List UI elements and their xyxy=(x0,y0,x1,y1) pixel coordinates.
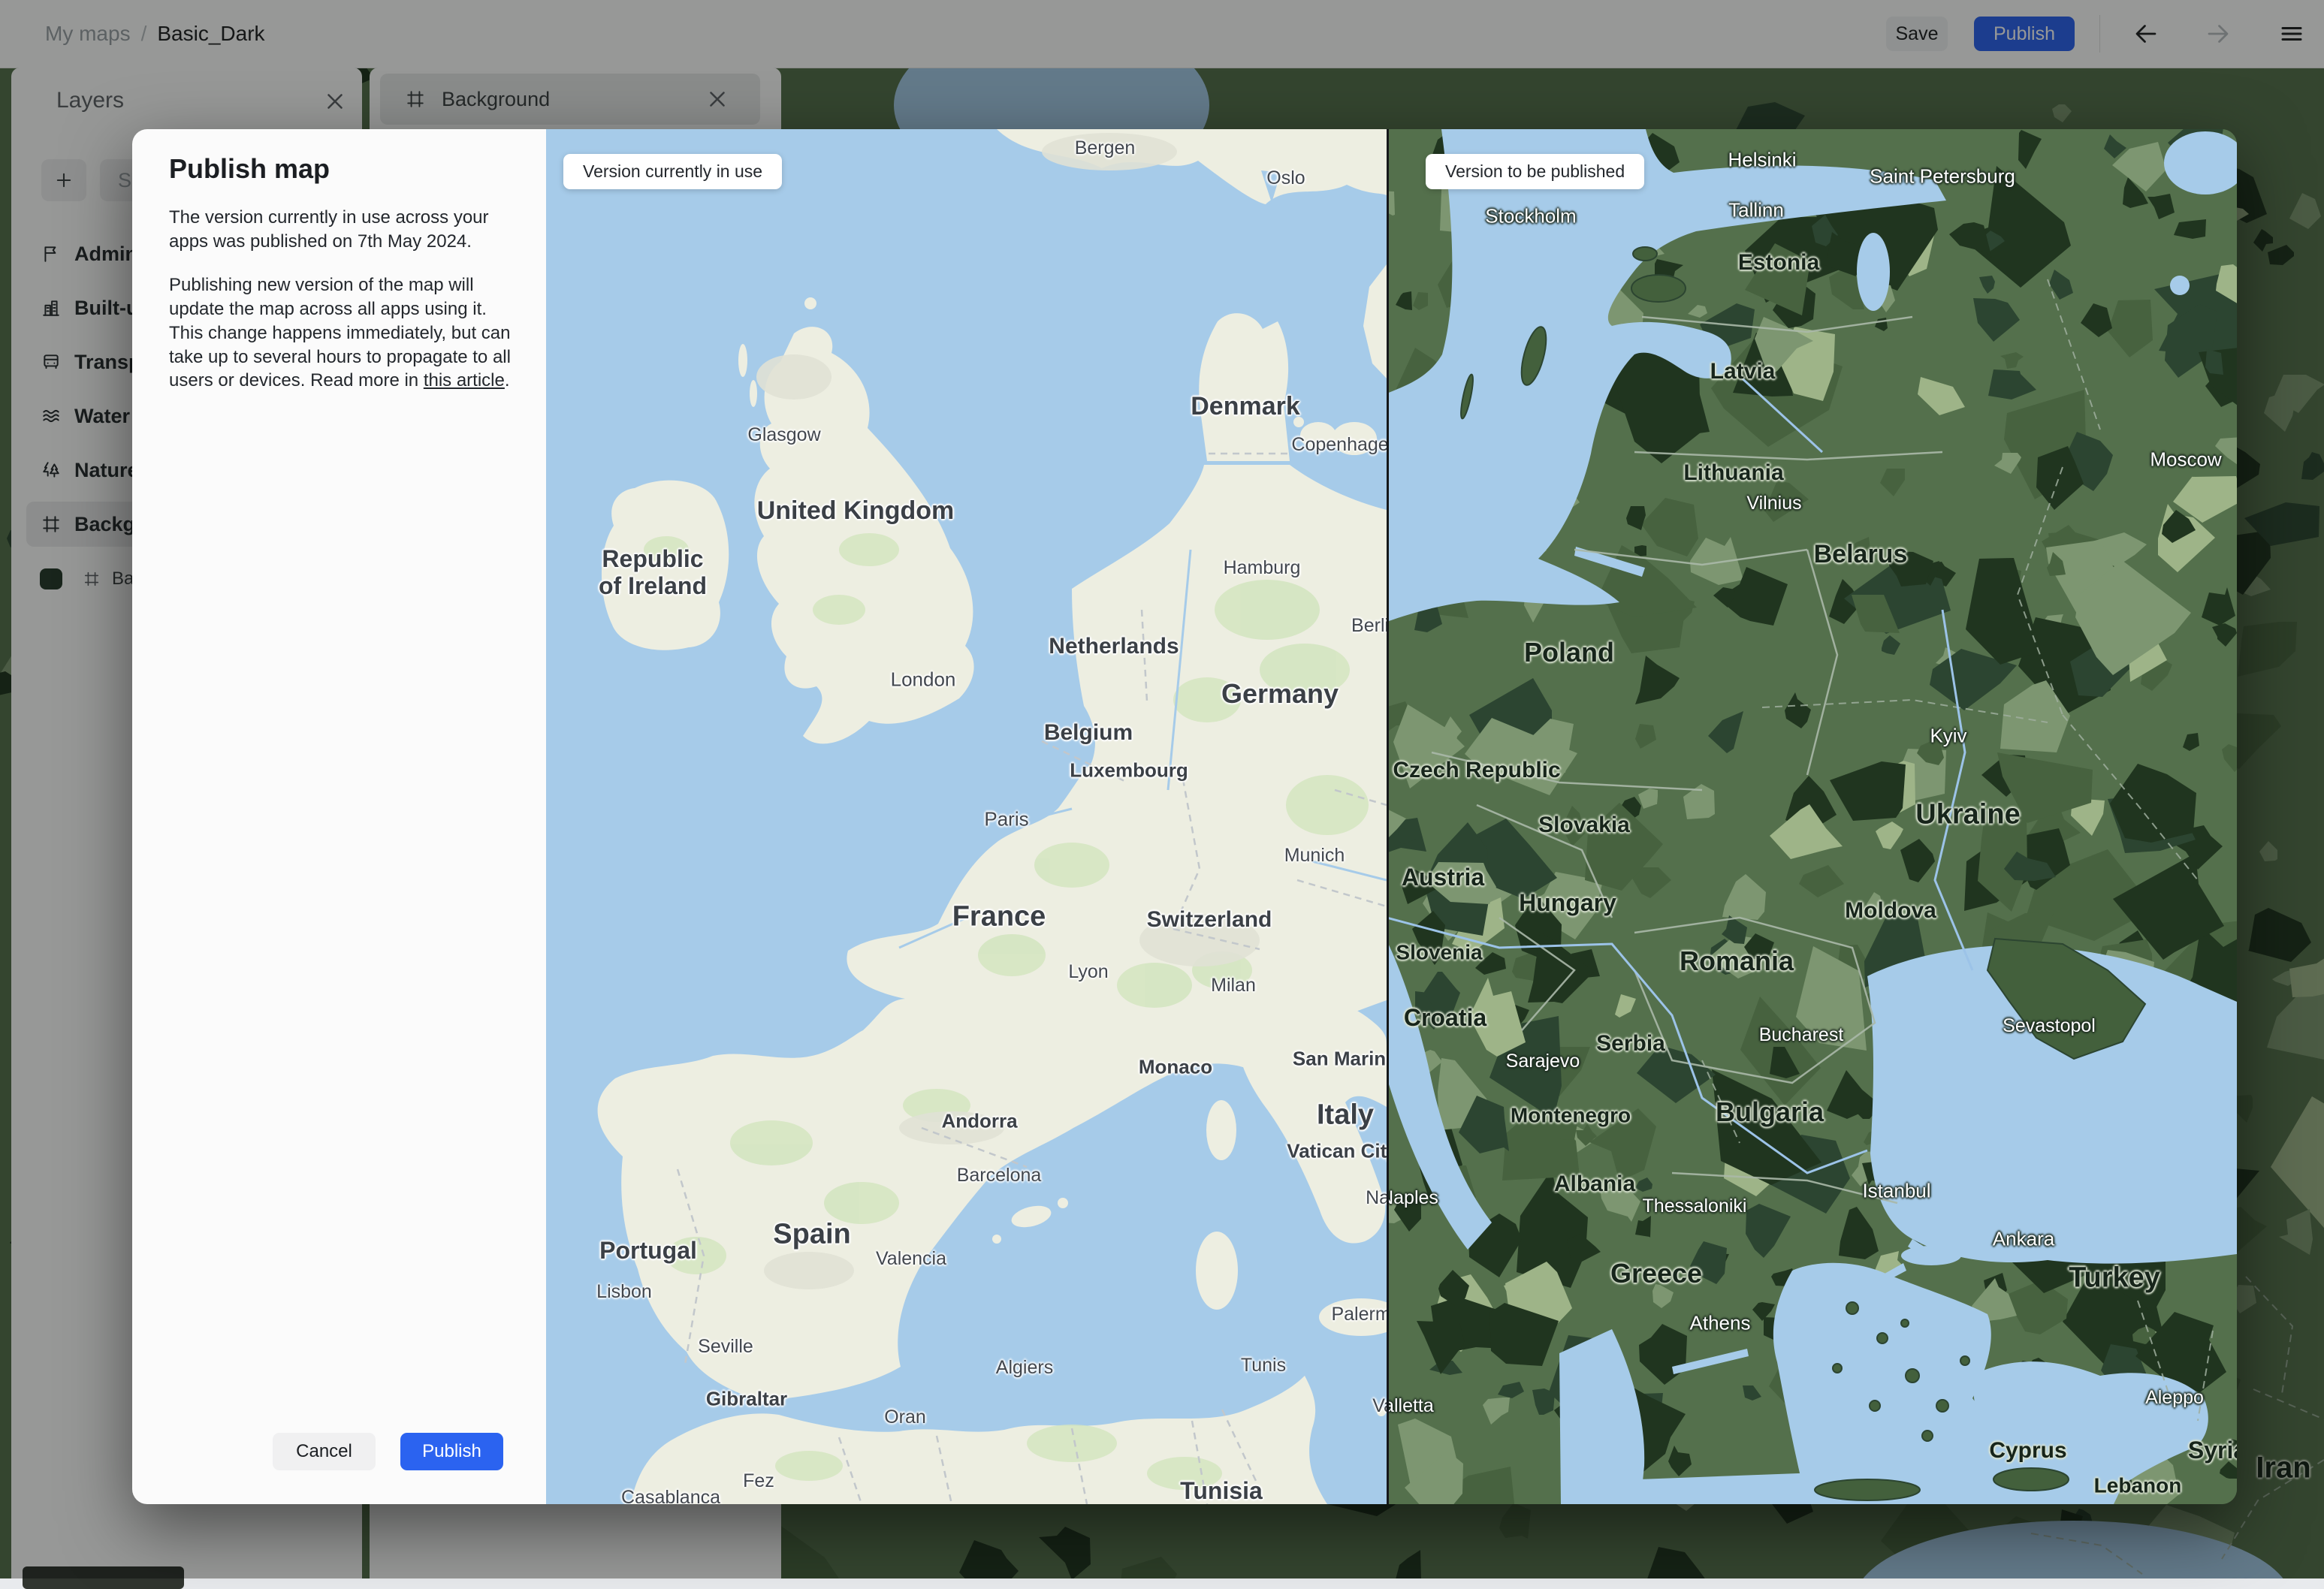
publish-button-modal[interactable]: Publish xyxy=(400,1433,503,1470)
this-article-link[interactable]: this article xyxy=(424,370,505,390)
version-new-badge: Version to be published xyxy=(1426,154,1645,189)
modal-paragraph-2: Publishing new version of the map will u… xyxy=(169,274,511,391)
map-version-new[interactable]: Helsinki Saint Petersburg Tallinn Stockholm… xyxy=(1387,129,2237,1504)
modal-paragraph-1: The version currently in use across your… xyxy=(169,207,489,252)
modal-title: Publish map xyxy=(169,153,330,184)
map-version-current[interactable]: Bergen Oslo Glasgow United Kingdom Republic … xyxy=(546,129,1387,1504)
publish-dialog: Publish map The version currently in use… xyxy=(132,129,2237,1504)
cancel-button[interactable]: Cancel xyxy=(273,1433,376,1470)
compare-divider[interactable] xyxy=(1387,129,1389,1504)
version-current-badge: Version currently in use xyxy=(563,154,783,189)
publish-modal: Publish map The version currently in use… xyxy=(132,129,546,1504)
